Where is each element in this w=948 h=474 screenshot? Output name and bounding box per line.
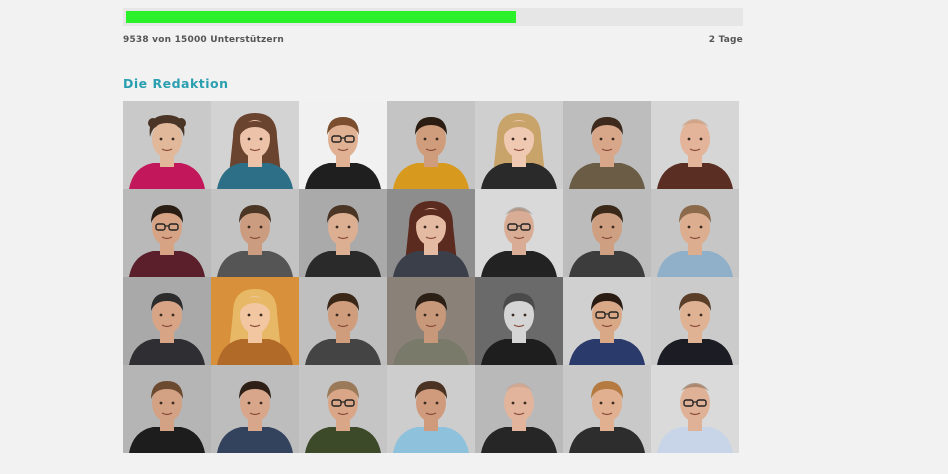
team-portrait: [651, 277, 739, 365]
team-portrait: [563, 277, 651, 365]
team-portrait: [299, 101, 387, 189]
team-portrait: [123, 277, 211, 365]
team-portrait: [387, 277, 475, 365]
team-portrait: [563, 365, 651, 453]
team-portrait: [651, 365, 739, 453]
team-portrait: [211, 189, 299, 277]
team-portrait: [299, 277, 387, 365]
team-portrait: [563, 189, 651, 277]
team-portrait: [563, 101, 651, 189]
team-section-title: Die Redaktion: [123, 76, 229, 91]
progress-bar: [123, 8, 743, 26]
team-portrait: [299, 189, 387, 277]
team-portrait: [387, 189, 475, 277]
days-remaining: 2 Tage: [708, 35, 743, 45]
team-portrait: [651, 189, 739, 277]
team-portrait: [299, 365, 387, 453]
team-portrait: [651, 101, 739, 189]
team-portrait: [123, 365, 211, 453]
team-portrait: [387, 101, 475, 189]
progress-meta: 9538 von 15000 Unterstützern 2 Tage: [123, 35, 743, 45]
team-portrait-grid: [123, 101, 741, 453]
team-portrait: [123, 101, 211, 189]
campaign-panel: 9538 von 15000 Unterstützern 2 Tage Die …: [123, 8, 743, 453]
team-portrait: [475, 365, 563, 453]
supporters-count: 9538 von 15000 Unterstützern: [123, 35, 284, 45]
team-portrait: [211, 365, 299, 453]
team-portrait: [211, 101, 299, 189]
team-portrait: [475, 189, 563, 277]
team-portrait: [387, 365, 475, 453]
team-portrait: [475, 277, 563, 365]
team-portrait: [211, 277, 299, 365]
progress-bar-fill: [126, 11, 516, 23]
team-portrait: [123, 189, 211, 277]
team-portrait: [475, 101, 563, 189]
